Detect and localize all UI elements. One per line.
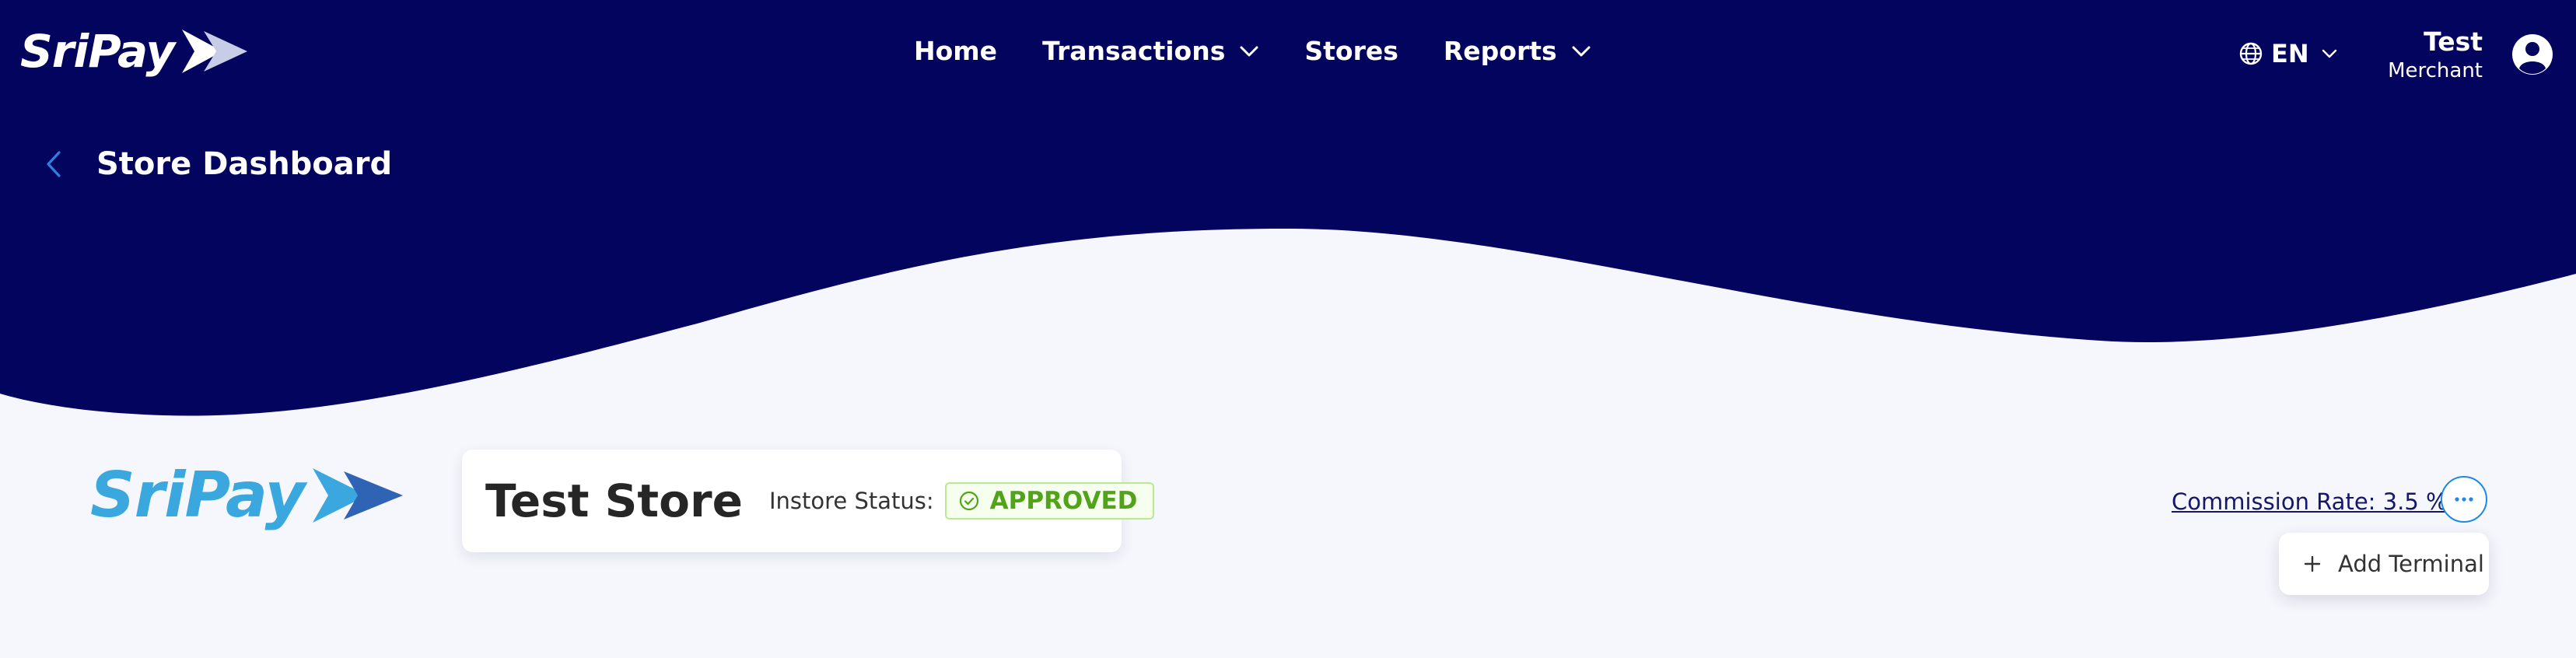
nav-stores-label: Stores: [1304, 36, 1398, 66]
user-avatar-icon[interactable]: [2511, 33, 2554, 76]
chevron-down-icon: [1240, 46, 1258, 56]
brand-arrows-icon: [182, 30, 248, 73]
nav-transactions[interactable]: Transactions: [1042, 36, 1259, 66]
language-label: EN: [2271, 39, 2309, 68]
globe-icon: [2239, 42, 2263, 65]
store-logo-arrows-icon: [312, 467, 403, 523]
user-name: Test: [2424, 26, 2483, 57]
chevron-left-icon[interactable]: [45, 150, 62, 178]
instore-status-label: Instore Status:: [768, 488, 934, 514]
brand-logo[interactable]: SriPay: [20, 25, 248, 78]
nav-home-label: Home: [914, 36, 998, 66]
store-logo-text: SriPay: [90, 459, 306, 531]
language-selector[interactable]: EN: [2238, 39, 2337, 68]
status-value: APPROVED: [989, 487, 1138, 515]
store-info-card: Test Store Instore Status: APPROVED: [462, 450, 1155, 552]
page-title: Store Dashboard: [96, 146, 393, 182]
more-actions-button[interactable]: [2441, 476, 2487, 523]
store-name: Test Store: [485, 474, 743, 527]
plus-icon: [2304, 555, 2321, 572]
nav-transactions-label: Transactions: [1042, 36, 1226, 66]
top-navigation-bar: SriPay Home Transactions Stores Reports: [0, 0, 2576, 109]
store-logo: SriPay: [90, 459, 403, 531]
chevron-down-icon: [2322, 49, 2336, 58]
page-header: Store Dashboard: [45, 146, 392, 182]
brand-logo-text: SriPay: [20, 25, 175, 78]
commission-rate-link[interactable]: Commission Rate: 3.5 %: [2172, 488, 2448, 515]
nav-home[interactable]: Home: [914, 36, 997, 66]
status-badge: APPROVED: [944, 482, 1155, 520]
ellipsis-icon: [2455, 497, 2473, 502]
nav-stores[interactable]: Stores: [1304, 36, 1398, 66]
user-role: Merchant: [2388, 59, 2483, 82]
main-nav: Home Transactions Stores Reports: [914, 36, 1591, 66]
add-terminal-menu-item[interactable]: Add Terminal: [2338, 551, 2484, 577]
chevron-down-icon: [1572, 46, 1591, 56]
nav-reports-label: Reports: [1443, 36, 1557, 66]
actions-dropdown-menu: Add Terminal: [2279, 533, 2489, 595]
user-info[interactable]: Test Merchant: [2364, 26, 2483, 84]
nav-reports[interactable]: Reports: [1444, 36, 1591, 66]
check-circle-icon: [959, 491, 978, 511]
